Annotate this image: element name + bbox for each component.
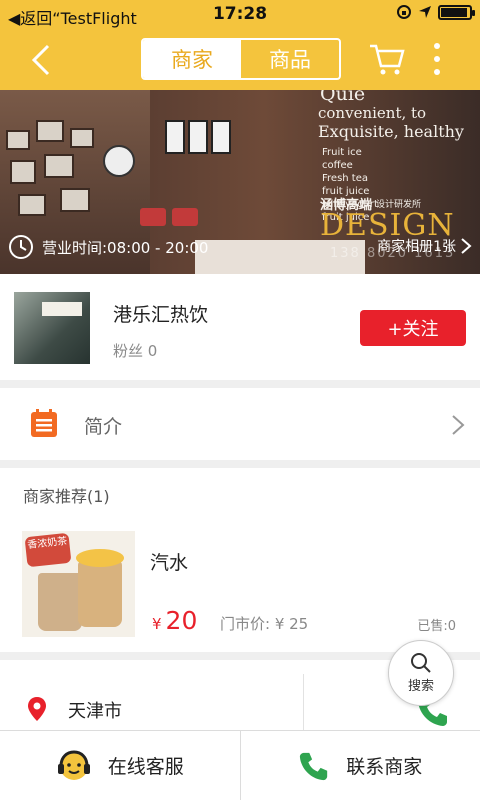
wall-photo	[10, 160, 36, 184]
location-icon	[419, 6, 431, 18]
bar-stool	[172, 208, 198, 226]
menu-screen	[188, 120, 208, 154]
more-icon[interactable]	[432, 42, 442, 76]
shop-fans: 粉丝 0	[113, 342, 158, 360]
intro-label: 简介	[84, 416, 123, 438]
wall-photo	[36, 120, 64, 142]
menu-screen	[165, 120, 185, 154]
wall-photo	[18, 194, 46, 216]
wall-clock	[103, 145, 135, 177]
intro-row[interactable]: 简介	[0, 388, 480, 460]
shop-info: 港乐汇热饮 粉丝 0 +关注	[0, 274, 480, 380]
recommend-heading: 商家推荐(1)	[23, 487, 110, 506]
follow-button[interactable]: +关注	[360, 310, 466, 346]
customer-service-icon	[57, 749, 90, 780]
online-service-button[interactable]: 在线客服	[0, 731, 240, 800]
nav-bar: 商家 商品	[0, 30, 480, 90]
back-arrow-icon[interactable]	[28, 44, 54, 76]
menu-item: coffee	[322, 160, 353, 171]
search-label: 搜索	[407, 679, 434, 694]
address-city[interactable]: 天津市	[68, 697, 122, 723]
recommend-section: 商家推荐(1) 香浓奶茶 汽水 ¥ 20 门市价: ¥ 25 已售:0	[0, 468, 480, 652]
menu-heading-line: Quie	[320, 90, 366, 105]
shop-name: 港乐汇热饮	[113, 304, 209, 326]
bar-stool	[140, 208, 166, 226]
product-price: ¥ 20	[152, 606, 197, 635]
rotation-lock-icon	[397, 5, 411, 19]
business-hours: 营业时间:08:00 - 20:00	[8, 234, 208, 260]
location-pin-icon	[28, 697, 46, 721]
bottom-bar: 在线客服 联系商家	[0, 730, 480, 800]
contact-merchant-label: 联系商家	[346, 756, 423, 778]
menu-screen	[211, 120, 231, 154]
product-image-tag: 香浓奶茶	[24, 532, 72, 568]
chevron-right-icon	[461, 238, 472, 254]
wall-photo	[60, 188, 90, 212]
store-price: 门市价: ¥ 25	[220, 615, 309, 633]
status-bar: ◀返回“TestFlight 17:28	[0, 0, 480, 30]
sold-count: 已售:0	[417, 619, 456, 634]
wall-photo	[44, 154, 74, 178]
product-image: 香浓奶茶	[22, 531, 135, 637]
menu-heading-line: convenient, to	[318, 104, 427, 122]
notepad-icon	[31, 409, 57, 437]
contact-merchant-button[interactable]: 联系商家	[241, 731, 480, 800]
search-button[interactable]: 搜索	[388, 640, 454, 706]
shop-avatar	[14, 292, 90, 364]
phone-icon	[300, 752, 328, 780]
divider	[303, 674, 304, 730]
chevron-right-icon	[452, 415, 465, 435]
cart-icon[interactable]	[368, 42, 406, 76]
product-name: 汽水	[150, 552, 189, 574]
album-text: 商家相册1张	[377, 239, 456, 255]
menu-heading-line: Exquisite, healthy	[318, 122, 464, 141]
online-service-label: 在线客服	[107, 756, 184, 778]
price-value: 20	[165, 606, 198, 635]
menu-item: Fruit ice	[322, 147, 362, 158]
clock-icon	[9, 235, 33, 259]
tab-products[interactable]: 商品	[241, 40, 339, 78]
battery-icon	[438, 4, 475, 20]
search-icon	[411, 653, 431, 673]
status-icons	[396, 4, 475, 20]
album-link[interactable]: 商家相册1张	[377, 236, 472, 256]
wall-photo	[70, 128, 94, 148]
shop-banner[interactable]: Quie convenient, to Exquisite, healthy F…	[0, 90, 480, 274]
wall-photo	[6, 130, 30, 150]
business-hours-text: 营业时间:08:00 - 20:00	[42, 238, 209, 257]
price-symbol: ¥	[152, 615, 162, 633]
tab-merchant[interactable]: 商家	[143, 40, 241, 78]
segment-control: 商家 商品	[141, 38, 341, 80]
menu-item: Fresh tea	[322, 173, 368, 184]
